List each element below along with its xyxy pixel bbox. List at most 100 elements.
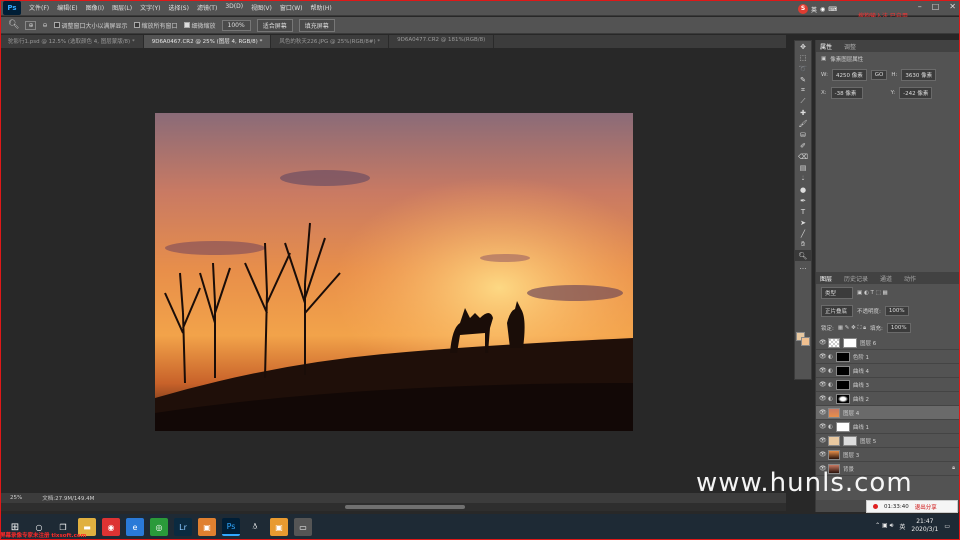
app-360-icon[interactable]: ◎ (150, 518, 168, 536)
recorder-app-icon[interactable]: ◉ (102, 518, 120, 536)
blur-tool-icon[interactable]: 💧︎ (795, 173, 811, 184)
tab-doc-1[interactable]: 驼影行1.psd @ 12.5% (选取颜色 4, 图层蒙版/8) * (0, 35, 144, 48)
eyedropper-tool-icon[interactable]: ⟋ (795, 96, 811, 107)
menu-help[interactable]: 帮助(H) (311, 3, 332, 12)
input-lang[interactable]: 英 (899, 522, 905, 531)
tab-properties[interactable]: 属性 (820, 42, 832, 51)
lasso-tool-icon[interactable]: ➰ (795, 63, 811, 74)
hand-tool-icon[interactable]: ✋︎ (795, 239, 811, 250)
menu-file[interactable]: 文件(F) (29, 3, 49, 12)
tray-icons[interactable]: ⌃ ▣ 🔊︎ (875, 522, 893, 530)
browser-icon[interactable]: e (126, 518, 144, 536)
type-tool-icon[interactable]: T (795, 206, 811, 217)
fill-screen-button[interactable]: 填充屏幕 (298, 18, 335, 32)
quick-select-tool-icon[interactable]: ✎ (795, 74, 811, 85)
menu-layer[interactable]: 图层(L) (112, 3, 132, 12)
y-field[interactable]: -242 像素 (899, 87, 933, 99)
screen-app-icon[interactable]: ▭ (294, 518, 312, 536)
ime-lang[interactable]: 英 (811, 5, 817, 14)
menu-3d[interactable]: 3D(D) (225, 3, 243, 12)
layer-row[interactable]: 👁︎ ◐ 曲线 4 (816, 364, 960, 378)
zoom-tool-icon[interactable]: 🔍︎ (795, 250, 811, 261)
zoom-out-icon[interactable]: ⊖ (42, 22, 47, 29)
eye-icon[interactable]: 👁︎ (819, 381, 827, 388)
opacity-field[interactable]: 100% (884, 306, 909, 316)
blend-mode-select[interactable]: 正片叠底 (821, 305, 853, 317)
color-swatches[interactable] (796, 332, 812, 348)
tab-history[interactable]: 历史记录 (844, 274, 868, 283)
lock-icons[interactable]: ▦ ✎ ✥ ⛶ 🔒︎ (838, 325, 866, 332)
layer-row[interactable]: 👁︎ 图层 5 (816, 434, 960, 448)
eye-icon[interactable]: 👁︎ (819, 367, 827, 374)
tab-doc-3[interactable]: 风色的秋天226.JPG @ 25%(RGB/8#) * (271, 35, 390, 48)
crop-tool-icon[interactable]: ⌗ (795, 85, 811, 96)
sogou-icon[interactable]: S (798, 4, 808, 14)
brush-tool-icon[interactable]: 🖌︎ (795, 118, 811, 129)
pen-tool-icon[interactable]: ✒ (795, 195, 811, 206)
stamp-tool-icon[interactable]: ⛁ (795, 129, 811, 140)
eye-icon[interactable]: 👁︎ (819, 339, 827, 346)
keyboard-icon[interactable]: ⌨ (828, 6, 837, 13)
healing-tool-icon[interactable]: ✚ (795, 107, 811, 118)
zoom-tool-icon[interactable]: 🔍︎ (8, 20, 19, 30)
layer-row[interactable]: 👁︎ 图层 3 (816, 448, 960, 462)
layer-row[interactable]: 👁︎ ◐ 曲线 1 (816, 420, 960, 434)
layer-row[interactable]: 👁︎ ◐ 曲线 3 (816, 378, 960, 392)
link-button[interactable]: GO (870, 70, 888, 80)
x-field[interactable]: -38 像素 (830, 87, 863, 99)
menu-view[interactable]: 视图(V) (251, 3, 272, 12)
horizontal-scrollbar[interactable] (0, 503, 786, 511)
background-color[interactable] (801, 337, 810, 346)
eye-icon[interactable]: 👁︎ (819, 451, 827, 458)
app-orange-icon[interactable]: ▣ (198, 518, 216, 536)
eye-icon[interactable]: 👁︎ (819, 395, 827, 402)
scrubby-zoom-checkbox[interactable]: 细微缩放 (183, 21, 216, 30)
notification-icon[interactable]: ▭ (944, 523, 950, 530)
menu-image[interactable]: 图像(I) (86, 3, 104, 12)
ime-toolbar[interactable]: S 英 ◉ ⌨ (798, 4, 837, 14)
stop-share-button[interactable]: 退出分享 (915, 503, 937, 511)
eye-icon[interactable]: 👁︎ (819, 353, 827, 360)
dodge-tool-icon[interactable]: ● (795, 184, 811, 195)
tab-actions[interactable]: 动作 (904, 274, 916, 283)
menu-filter[interactable]: 滤镜(T) (197, 3, 217, 12)
menu-edit[interactable]: 编辑(E) (57, 3, 77, 12)
layer-row[interactable]: 👁︎ ◐ 曲线 2 (816, 392, 960, 406)
tab-doc-2[interactable]: 9D6A0467.CR2 @ 25% (图层 4, RGB/8) * (143, 35, 272, 48)
marquee-tool-icon[interactable]: ⬚ (795, 52, 811, 63)
maximize-icon[interactable]: □ (932, 2, 940, 11)
mic-icon[interactable]: ◉ (820, 6, 825, 13)
qq-icon[interactable]: 🐧︎ (246, 518, 264, 536)
menu-type[interactable]: 文字(Y) (140, 3, 160, 12)
layer-row[interactable]: 👁︎ ◐ 色阶 1 (816, 350, 960, 364)
zoom-in-icon[interactable]: ⊕ (25, 20, 37, 30)
eye-icon[interactable]: 👁︎ (819, 423, 827, 430)
more-tools-icon[interactable]: … (795, 261, 811, 272)
tab-adjustments[interactable]: 调整 (844, 42, 856, 51)
layer-row[interactable]: 👁︎ 图层 4 (816, 406, 960, 420)
tab-channels[interactable]: 通道 (880, 274, 892, 283)
eraser-tool-icon[interactable]: ⌫ (795, 151, 811, 162)
line-tool-icon[interactable]: ╱ (795, 228, 811, 239)
eye-icon[interactable]: 👁︎ (819, 437, 827, 444)
filter-icons[interactable]: ▣ ◐ T ⬚ ▦ (857, 290, 888, 296)
zoom-all-checkbox[interactable]: 缩放所有窗口 (133, 21, 178, 30)
tab-layers[interactable]: 图层 (820, 274, 832, 283)
folder-app-icon[interactable]: ▣ (270, 518, 288, 536)
width-field[interactable]: 4250 像素 (831, 69, 867, 81)
resize-windows-checkbox[interactable]: 调整窗口大小以满屏显示 (53, 21, 128, 30)
minimize-icon[interactable]: – (918, 2, 922, 11)
status-zoom[interactable]: 25% (10, 495, 22, 501)
layer-row[interactable]: 👁︎ 图层 6 (816, 336, 960, 350)
path-select-icon[interactable]: ➤ (795, 217, 811, 228)
close-icon[interactable]: ✕ (949, 2, 956, 11)
tab-doc-4[interactable]: 9D6A0477.CR2 @ 181%(RGB/8) (389, 35, 495, 48)
zoom-100-button[interactable]: 100% (221, 19, 251, 31)
move-tool-icon[interactable]: ✥ (795, 41, 811, 52)
fit-screen-button[interactable]: 适合屏幕 (256, 18, 293, 32)
gradient-tool-icon[interactable]: ▤ (795, 162, 811, 173)
menu-select[interactable]: 选择(S) (168, 3, 189, 12)
scroll-thumb[interactable] (345, 505, 465, 509)
clock[interactable]: 21:47 2020/3/1 (911, 518, 938, 534)
height-field[interactable]: 3630 像素 (901, 69, 937, 81)
